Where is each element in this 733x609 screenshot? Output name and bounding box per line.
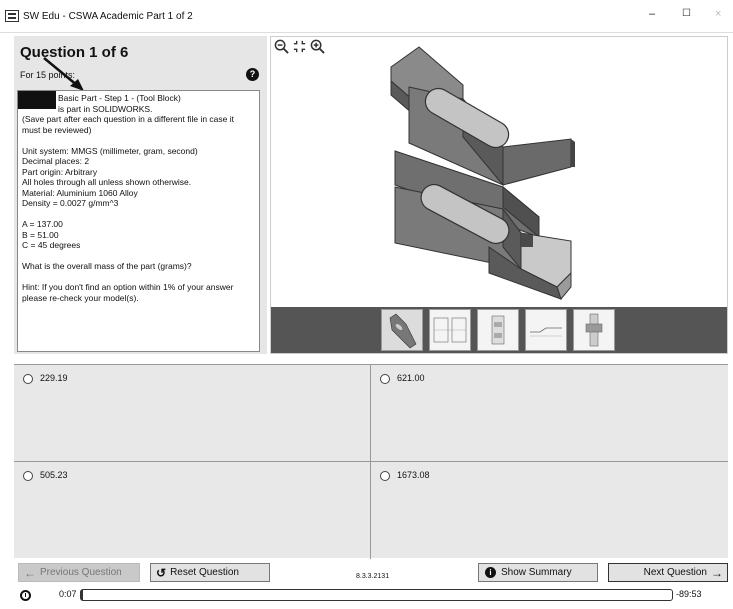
thumbnail-strip: [271, 307, 727, 353]
time-progress-fill: [81, 590, 84, 600]
help-icon[interactable]: ?: [246, 68, 259, 81]
question-line: is part in SOLIDWORKS.: [58, 103, 153, 114]
question-line: B = 51.00: [22, 229, 59, 240]
question-line: Basic Part - Step 1 - (Tool Block): [58, 93, 181, 103]
question-line: [22, 251, 255, 262]
question-line: Unit system: MMGS (millimeter, gram, sec…: [22, 145, 198, 156]
answer-grid: 229.19 621.00 505.23 1673.08: [14, 364, 728, 559]
question-line: Part origin: Arbitrary: [22, 166, 98, 177]
drawing-sheet-icon: [530, 327, 562, 337]
question-line: Decimal places: 2: [22, 156, 90, 166]
window-title: SW Edu - CSWA Academic Part 1 of 2: [23, 10, 193, 22]
drawing-sheet-icon: [491, 315, 505, 345]
drawing-sheet-icon: [585, 313, 603, 347]
radio-button[interactable]: [23, 374, 33, 384]
answer-option-4[interactable]: 1673.08: [371, 462, 728, 559]
question-text: Basic Part - Step 1 - (Tool Block) is pa…: [17, 90, 260, 352]
time-progress-bar: [80, 589, 673, 601]
previous-question-button[interactable]: ← Previous Question: [18, 563, 140, 582]
answer-label: 229.19: [40, 373, 68, 383]
reset-question-button[interactable]: ↺ Reset Question: [150, 563, 270, 582]
question-line: All holes through all unless shown other…: [22, 177, 192, 187]
thumbnail-drawing-1[interactable]: [429, 309, 471, 351]
maximize-button[interactable]: ☐: [682, 8, 691, 19]
remaining-time: -89:53: [676, 589, 702, 599]
answer-option-2[interactable]: 621.00: [371, 365, 728, 462]
answer-option-1[interactable]: 229.19: [14, 365, 371, 462]
next-question-label: Next Question: [643, 567, 707, 578]
reset-question-label: Reset Question: [170, 567, 239, 578]
minimize-button[interactable]: –: [649, 8, 655, 20]
app-icon: [5, 10, 19, 22]
arrow-left-icon: ←: [24, 565, 36, 580]
question-line: What is the overall mass of the part (gr…: [22, 261, 192, 271]
elapsed-time: 0:07: [59, 589, 77, 599]
answer-label: 505.23: [40, 470, 68, 480]
radio-button[interactable]: [23, 471, 33, 481]
question-line: please re-check your model(s).: [22, 292, 139, 303]
question-line: must be reviewed): [22, 124, 92, 135]
radio-button[interactable]: [380, 374, 390, 384]
question-line: C = 45 degrees: [22, 240, 81, 250]
answer-option-3[interactable]: 505.23: [14, 462, 371, 559]
question-line: [22, 135, 255, 146]
title-bar: SW Edu - CSWA Academic Part 1 of 2 – ☐ ×: [0, 0, 733, 33]
answer-label: 1673.08: [397, 470, 430, 480]
close-button[interactable]: ×: [715, 8, 721, 20]
previous-question-label: Previous Question: [40, 567, 122, 578]
show-summary-label: Show Summary: [501, 567, 572, 578]
show-summary-button[interactable]: i Show Summary: [478, 563, 598, 582]
question-line: (Save part after each question in a diff…: [22, 114, 234, 124]
answer-label: 621.00: [397, 373, 425, 383]
thumbnail-drawing-4[interactable]: [573, 309, 615, 351]
thumbnail-drawing-2[interactable]: [477, 309, 519, 351]
thumbnail-drawing-3[interactable]: [525, 309, 567, 351]
question-line: Hint: If you don't find an option within…: [22, 282, 234, 292]
drawing-sheet-icon: [433, 317, 467, 343]
question-line: A = 137.00: [22, 219, 63, 229]
question-line: Material: Aluminium 1060 Alloy: [22, 187, 138, 198]
next-question-button[interactable]: Next Question →: [608, 563, 728, 582]
info-icon: i: [485, 567, 496, 578]
version-label: 8.3.3.2131: [356, 573, 390, 580]
question-line: Density = 0.0027 g/mm^3: [22, 198, 119, 208]
clock-icon: [20, 590, 31, 601]
arrow-right-icon: →: [711, 565, 723, 580]
redaction-box: [18, 91, 56, 109]
question-line: [22, 272, 255, 283]
thumbnail-isometric[interactable]: [381, 309, 423, 351]
reset-icon: ↺: [156, 565, 167, 580]
question-panel: Question 1 of 6 For 15 points: ? Basic P…: [14, 36, 267, 354]
radio-button[interactable]: [380, 471, 390, 481]
part-model-image: [390, 46, 575, 301]
question-line: [22, 209, 255, 220]
model-viewer[interactable]: [270, 36, 728, 354]
thumbnail-isometric-icon: [389, 313, 417, 349]
